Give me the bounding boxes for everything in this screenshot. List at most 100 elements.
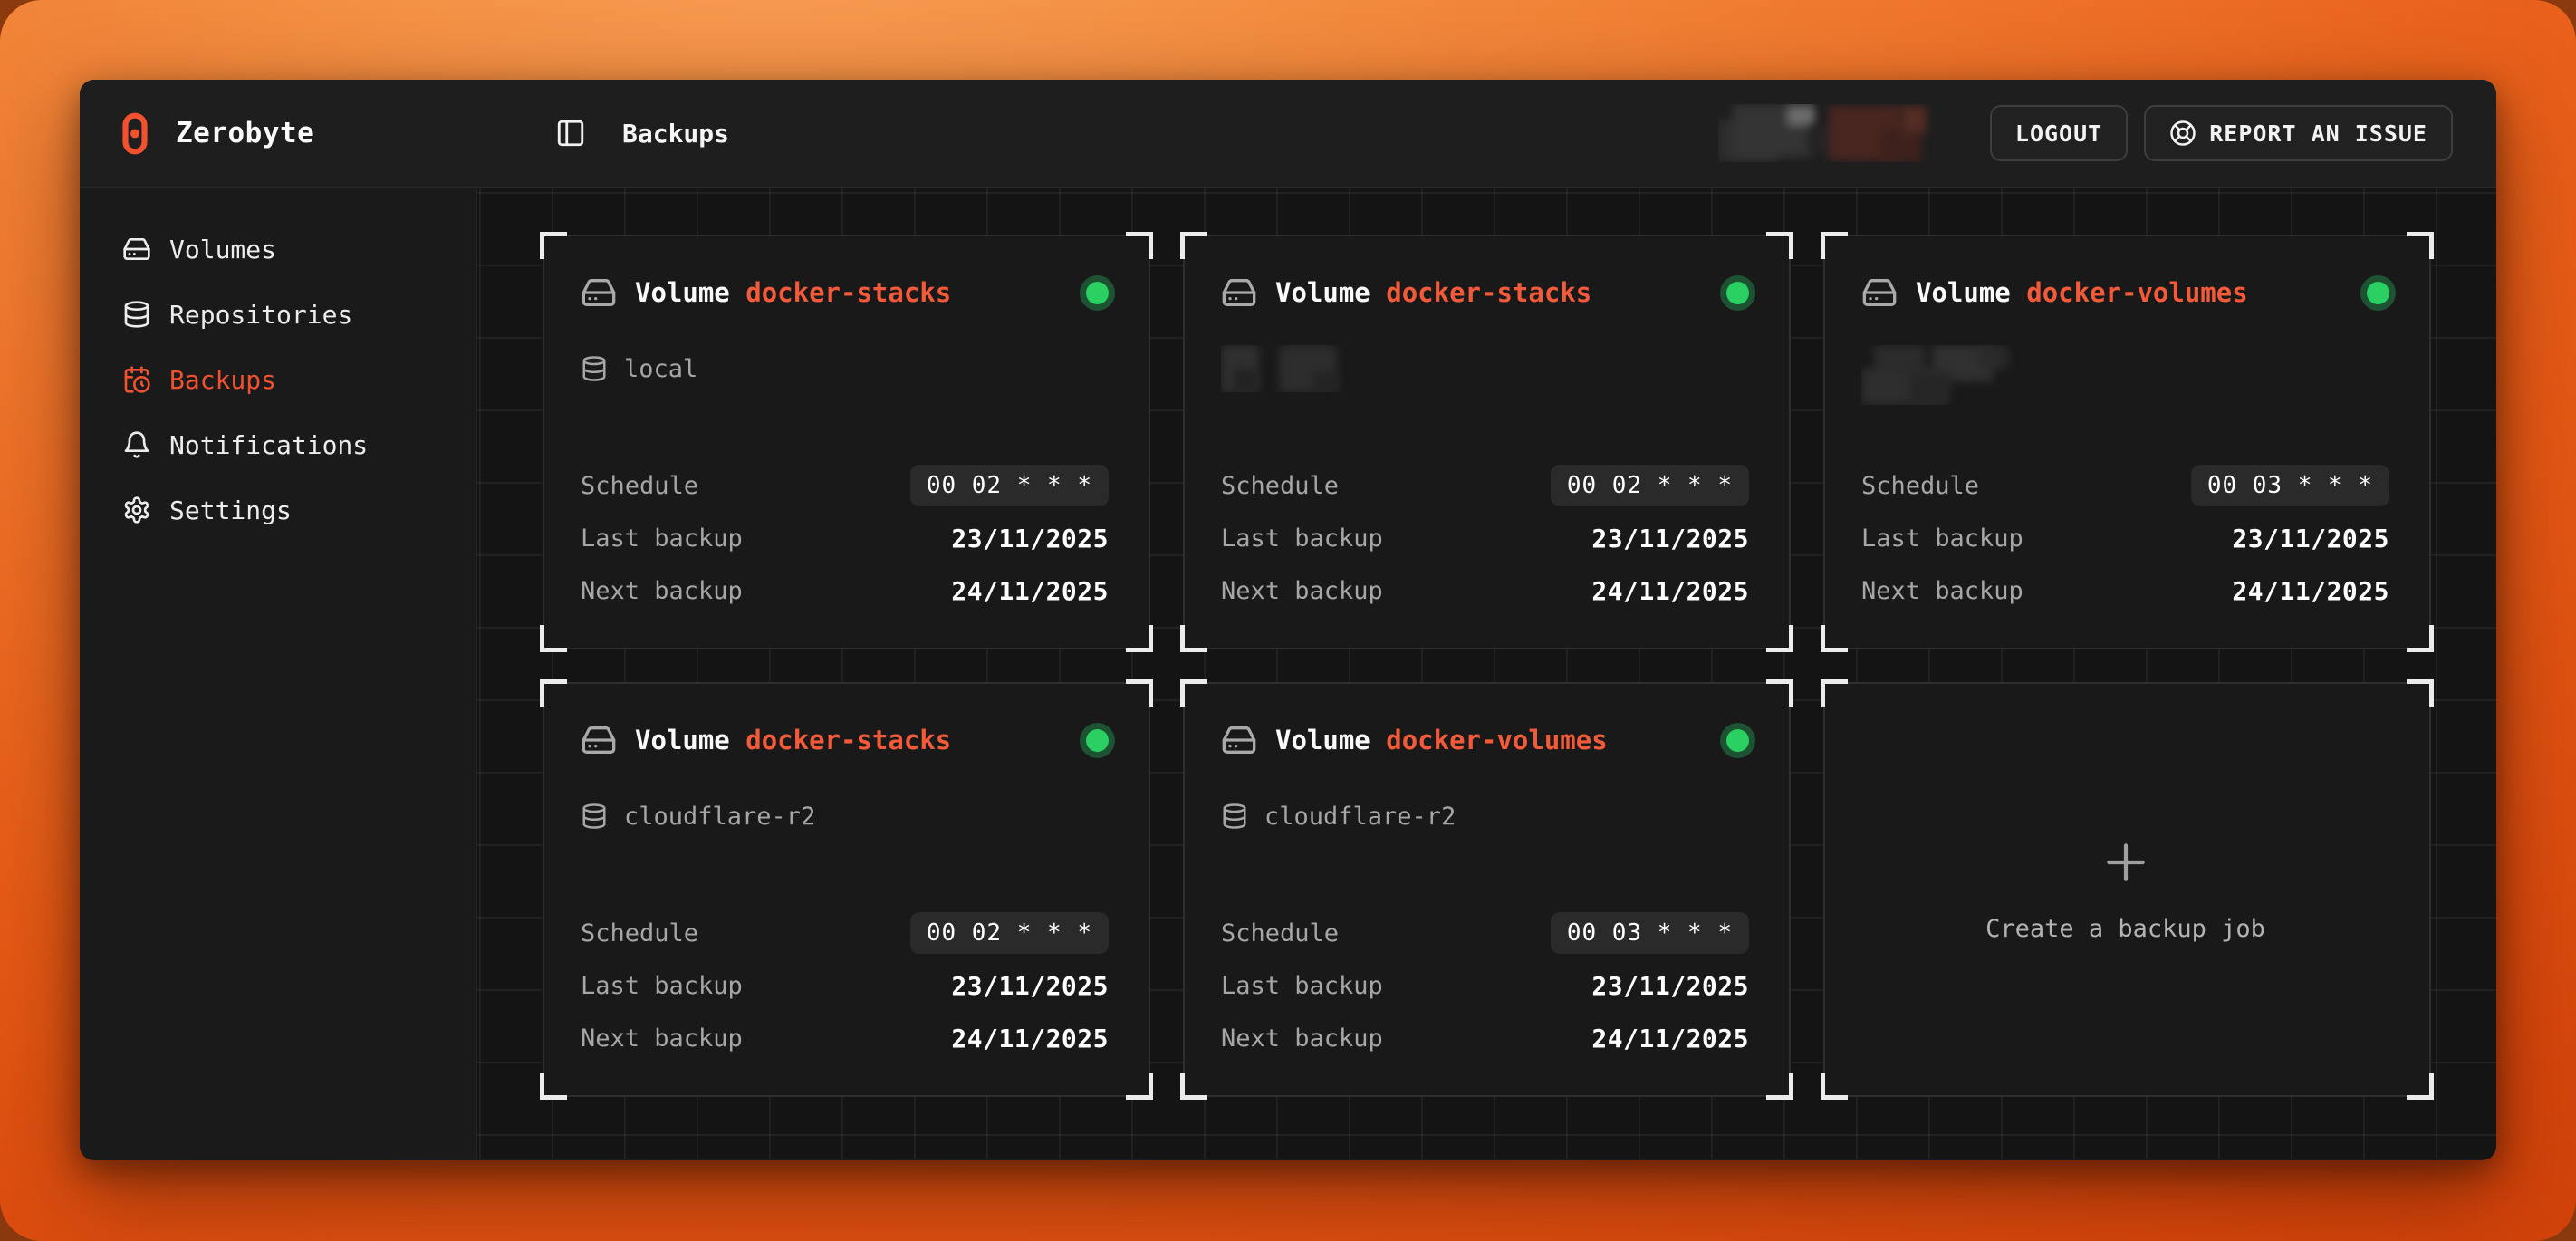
desktop-background: Zerobyte Backups (0, 0, 2576, 1241)
create-backup-job-card[interactable]: Create a backup job (1823, 682, 2431, 1097)
backup-job-card[interactable]: Volume docker-volumes cloudflare-r2 Sche… (1183, 682, 1791, 1097)
corner-bracket (2407, 232, 2434, 259)
life-buoy-icon (2169, 120, 2196, 147)
corner-bracket (540, 232, 567, 259)
next-backup-date: 24/11/2025 (2232, 576, 2389, 606)
volume-prefix: Volume (635, 725, 730, 755)
corner-bracket (1126, 1073, 1153, 1100)
report-issue-label: REPORT AN ISSUE (2209, 120, 2427, 147)
schedule-label: Schedule (1221, 472, 1339, 500)
redaction-block (1234, 369, 1257, 392)
bell-icon (122, 430, 151, 459)
corner-bracket (1180, 625, 1207, 652)
volume-name: docker-volumes (1386, 725, 1607, 755)
last-backup-label: Last backup (1861, 524, 2023, 553)
corner-bracket (1821, 679, 1848, 707)
volume-prefix: Volume (1916, 277, 2011, 308)
corner-bracket (2407, 625, 2434, 652)
corner-bracket (1821, 1073, 1848, 1100)
next-backup-label: Next backup (581, 1025, 743, 1053)
last-backup-label: Last backup (1221, 524, 1383, 553)
sidebar-item-notifications[interactable]: Notifications (80, 412, 476, 477)
next-backup-date: 24/11/2025 (951, 576, 1109, 606)
volume-prefix: Volume (635, 277, 730, 308)
brand: Zerobyte (121, 112, 477, 155)
backup-job-card[interactable]: Volume docker-stacks local Schedule00 02… (543, 235, 1150, 649)
corner-bracket (1126, 232, 1153, 259)
sidebar-item-label: Settings (169, 495, 292, 525)
redaction-block (1910, 372, 1950, 405)
hard-drive-icon (1861, 274, 1898, 311)
corner-bracket (1821, 625, 1848, 652)
backup-job-card[interactable]: Volume docker-volumes Schedule (1823, 235, 2431, 649)
last-backup-label: Last backup (581, 972, 743, 1000)
corner-bracket (2407, 679, 2434, 707)
panel-left-icon (555, 118, 586, 149)
corner-bracket (1766, 232, 1793, 259)
sidebar-item-volumes[interactable]: Volumes (80, 216, 476, 282)
last-backup-label: Last backup (581, 524, 743, 553)
database-icon (122, 300, 151, 329)
redaction-block (1787, 106, 1814, 126)
corner-bracket (540, 1073, 567, 1100)
backup-job-card[interactable]: Volume docker-stacks cloudflare-r2 Sched… (543, 682, 1150, 1097)
gear-icon (122, 495, 151, 524)
corner-bracket (1766, 625, 1793, 652)
report-issue-button[interactable]: REPORT AN ISSUE (2144, 105, 2453, 161)
last-backup-label: Last backup (1221, 972, 1383, 1000)
corner-bracket (1766, 1073, 1793, 1100)
page-title: Backups (622, 119, 729, 149)
volume-prefix: Volume (1275, 277, 1370, 308)
sidebar-toggle-button[interactable] (555, 118, 586, 149)
status-dot-healthy (1726, 282, 1749, 304)
hard-drive-icon (122, 235, 151, 264)
next-backup-date: 24/11/2025 (1591, 1024, 1749, 1053)
zerobyte-logo-icon (121, 112, 149, 155)
sidebar-item-repositories[interactable]: Repositories (80, 282, 476, 347)
app-window: Zerobyte Backups (80, 80, 2496, 1160)
corner-bracket (540, 625, 567, 652)
sidebar-item-settings[interactable]: Settings (80, 477, 476, 543)
redaction-block (1313, 372, 1339, 392)
volume-prefix: Volume (1275, 725, 1370, 755)
corner-bracket (1126, 679, 1153, 707)
backup-job-card[interactable]: Volume docker-stacks Schedule00 02 * * * (1183, 235, 1791, 649)
volume-name: docker-stacks (745, 277, 951, 308)
plus-icon (2100, 837, 2151, 888)
page-header: Backups (477, 118, 729, 149)
redacted-user-info (1718, 104, 1974, 162)
corner-bracket (2407, 1073, 2434, 1100)
corner-bracket (1126, 625, 1153, 652)
volume-name: docker-stacks (745, 725, 951, 755)
next-backup-label: Next backup (581, 577, 743, 605)
sidebar-item-label: Repositories (169, 300, 352, 330)
hard-drive-icon (1221, 274, 1257, 311)
corner-bracket (1821, 232, 1848, 259)
next-backup-date: 24/11/2025 (1591, 576, 1749, 606)
sidebar-item-backups[interactable]: Backups (80, 347, 476, 412)
topbar-right: LOGOUT REPORT AN ISSUE (1718, 104, 2453, 162)
calendar-clock-icon (122, 365, 151, 394)
cron-badge: 00 02 * * * (910, 465, 1109, 506)
repository-name: cloudflare-r2 (1264, 803, 1456, 831)
topbar: Zerobyte Backups (80, 80, 2496, 188)
database-icon (1221, 803, 1248, 830)
sidebar: Volumes Repositories (80, 188, 477, 1159)
next-backup-label: Next backup (1221, 577, 1383, 605)
last-backup-date: 23/11/2025 (1591, 524, 1749, 553)
sidebar-item-label: Notifications (169, 430, 368, 460)
status-dot-healthy (1726, 729, 1749, 752)
last-backup-date: 23/11/2025 (2232, 524, 2389, 553)
last-backup-date: 23/11/2025 (1591, 971, 1749, 1001)
cron-badge: 00 02 * * * (910, 912, 1109, 954)
create-backup-job-label: Create a backup job (1985, 915, 2265, 943)
corner-bracket (540, 679, 567, 707)
redacted-repository-name (1861, 345, 2046, 405)
status-dot-healthy (1086, 729, 1109, 752)
repository-name: local (624, 355, 697, 383)
schedule-label: Schedule (581, 919, 698, 948)
next-backup-label: Next backup (1861, 577, 2023, 605)
logout-button[interactable]: LOGOUT (1990, 105, 2128, 161)
corner-bracket (1766, 679, 1793, 707)
hard-drive-icon (581, 274, 617, 311)
